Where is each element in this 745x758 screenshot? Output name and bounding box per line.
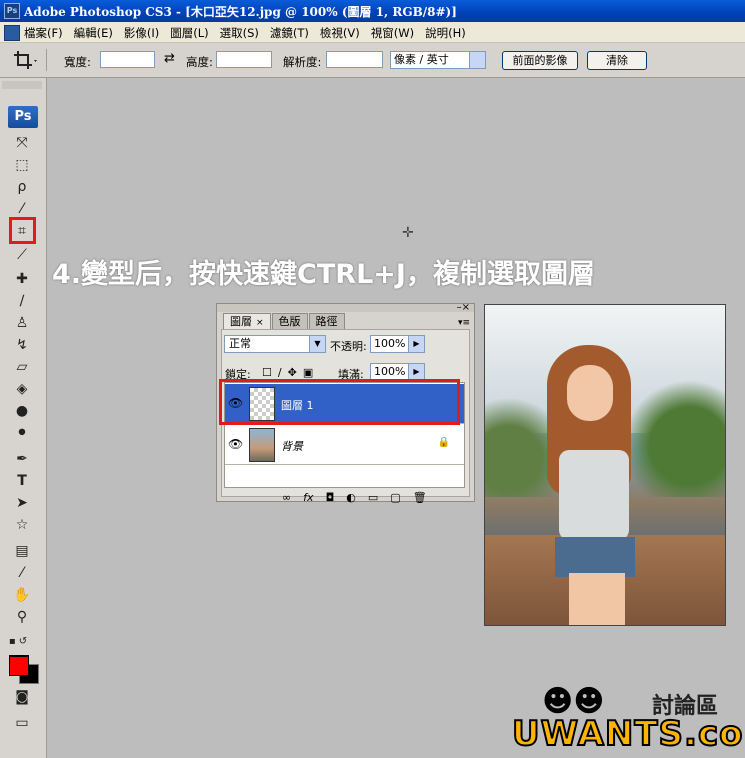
new-group-icon[interactable]: ▭ [368,491,378,504]
panel-menu-icon[interactable]: ▾≡ [458,318,470,328]
new-layer-icon[interactable]: ▢ [390,491,400,504]
logo-brand: UWANTS.com [511,713,745,755]
resolution-label: 解析度: [283,55,322,69]
uwants-logo: ☻☻ 討論區 UWANTS.com [511,680,745,756]
opacity-label: 不透明: [330,340,367,353]
lock-options: ☐ ∕ ✥ ▣ [262,366,313,379]
brush-tool-icon[interactable]: ∕ [12,292,32,310]
pen-tool-icon[interactable]: ✒ [12,450,32,468]
move-tool-icon[interactable]: ⤧ [12,134,32,152]
tab-channels[interactable]: 色版 [271,313,308,330]
default-colors-icon[interactable]: ▪ ↺ [8,632,28,650]
screen-mode-icon[interactable]: ▭ [12,714,32,732]
chevron-right-icon[interactable]: ▶ [408,336,424,352]
crosshair-cursor-icon: ✛ [402,225,414,241]
instruction-text: 4.變型后，按快速鍵CTRL+J，複制選取圖層 [52,259,595,290]
opacity-field[interactable]: 100% ▶ [370,335,425,353]
tab-layers[interactable]: 圖層 × [223,313,271,330]
document-icon[interactable] [4,25,20,41]
shape-tool-icon[interactable]: ☆ [12,516,32,534]
menu-bar: 檔案(F) 編輯(E) 影像(I) 圖層(L) 選取(S) 濾鏡(T) 檢視(V… [0,22,745,43]
type-tool-icon[interactable]: T [12,472,32,490]
menu-layer[interactable]: 圖層(L) [170,25,208,41]
lasso-tool-icon[interactable]: ρ [12,178,32,196]
menu-image[interactable]: 影像(I) [124,25,159,41]
app-icon: Ps [4,3,20,19]
paint-bucket-tool-icon[interactable]: ◈ [12,380,32,398]
add-mask-icon[interactable]: ◘ [326,491,335,504]
toolbox: Ps ⤧ ⬚ ρ ⁄ ⌗ ⟋ ✚ ∕ ♙ ↯ ▱ ◈ ● ⚫ ✒ T ➤ ☆ ▤… [0,78,47,758]
menu-file[interactable]: 檔案(F) [24,25,63,41]
title-bar: Ps Adobe Photoshop CS3 - [木口亞矢12.jpg @ 1… [0,0,745,22]
tab-close-icon[interactable]: × [256,318,264,328]
height-input[interactable] [216,51,272,68]
lock-icon: 🔒 [437,437,450,448]
menu-edit[interactable]: 編輯(E) [74,25,113,41]
chevron-down-icon [469,52,485,68]
window-title: Adobe Photoshop CS3 - [木口亞矢12.jpg @ 100%… [24,5,457,19]
photoshop-logo[interactable]: Ps [8,106,38,128]
path-selection-tool-icon[interactable]: ➤ [12,494,32,512]
delete-layer-icon[interactable]: 🗑 [413,491,427,504]
notes-tool-icon[interactable]: ▤ [12,542,32,560]
lock-transparency-icon[interactable]: ☐ [262,366,272,379]
quick-mask-icon[interactable]: ◙ [12,688,32,706]
swap-icon[interactable]: ⇄ [164,51,175,66]
crop-tool-highlight [9,217,36,244]
blend-mode-select[interactable]: 正常 ▼ [224,335,326,353]
layer-row-background[interactable]: 👁 背景 🔒 [225,425,464,465]
panel-grip[interactable]: –× [217,303,474,313]
photo-face [567,365,613,421]
menu-select[interactable]: 選取(S) [220,25,259,41]
photo-skirt [555,537,635,577]
adjustment-layer-icon[interactable]: ◐ [346,491,356,504]
menu-view[interactable]: 檢視(V) [320,25,360,41]
lock-image-icon[interactable]: ∕ [278,366,282,379]
chevron-down-icon: ▼ [309,336,325,352]
layer-style-icon[interactable]: fx [303,491,313,504]
layer-name: 背景 [281,440,303,453]
height-label: 高度: [186,55,213,69]
lock-all-icon[interactable]: ▣ [303,366,313,379]
dodge-tool-icon[interactable]: ⚫ [12,424,32,442]
clone-stamp-tool-icon[interactable]: ♙ [12,314,32,332]
blur-tool-icon[interactable]: ● [12,402,32,420]
front-image-button[interactable]: 前面的影像 [502,51,578,70]
eyedropper-tool-icon[interactable]: ⁄ [12,564,32,582]
options-bar: 寬度: ⇄ 高度: 解析度: 像素 / 英寸 前面的影像 清除 [0,43,745,78]
document-photo[interactable] [484,304,726,626]
layer-highlight [219,379,460,425]
crop-tool-preset[interactable] [12,49,47,71]
menu-window[interactable]: 視窗(W) [371,25,414,41]
clear-button[interactable]: 清除 [587,51,647,70]
hand-tool-icon[interactable]: ✋ [12,586,32,604]
layer-thumbnail [249,428,275,462]
marquee-tool-icon[interactable]: ⬚ [12,156,32,174]
panel-footer: ∞ fx ◘ ◐ ▭ ▢ 🗑 [282,491,427,504]
crop-icon [14,51,37,69]
photo-top [559,450,629,540]
close-icon[interactable]: –× [457,303,470,313]
foreground-color-swatch-front[interactable] [9,656,29,676]
toolbox-grip[interactable] [2,81,42,89]
slice-tool-icon[interactable]: ⟋ [12,246,32,264]
history-brush-tool-icon[interactable]: ↯ [12,336,32,354]
menu-help[interactable]: 說明(H) [425,25,466,41]
link-layers-icon[interactable]: ∞ [282,491,291,504]
magic-wand-tool-icon[interactable]: ⁄ [12,200,32,218]
width-input[interactable] [100,51,155,68]
healing-brush-tool-icon[interactable]: ✚ [12,270,32,288]
eye-icon[interactable]: 👁 [228,437,243,451]
width-label: 寬度: [64,55,91,69]
resolution-input[interactable] [326,51,383,68]
photo-legs [569,573,625,625]
zoom-tool-icon[interactable]: ⚲ [12,608,32,626]
lock-position-icon[interactable]: ✥ [288,366,297,379]
chevron-right-icon[interactable]: ▶ [408,364,424,380]
eraser-tool-icon[interactable]: ▱ [12,358,32,376]
tab-paths[interactable]: 路徑 [308,313,345,330]
resolution-unit-select[interactable]: 像素 / 英寸 [390,51,486,69]
menu-filter[interactable]: 濾鏡(T) [270,25,309,41]
